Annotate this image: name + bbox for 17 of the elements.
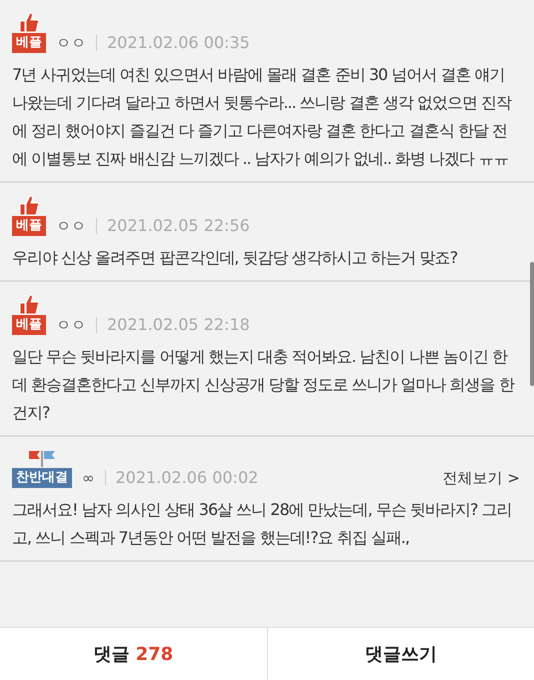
comment-text: 그래서요! 남자 의사인 상태 36살 쓰니 28에 만났는데, 무슨 뒷바라지? 그리고, 쓰니 스펙과 7년동안 어떤 발전을 했는데!?요 취집 실패.,: [12, 499, 513, 549]
comment-text: 일단 무슨 뒷바라지를 어떻게 했는지 대충 적어봐요. 남친이 나쁜 놈이긴 한데 환승결혼한다고 신부까지 신상공개 당할 정도로 쓰니가 얼마나 희생을 한건지?: [12, 346, 516, 424]
author-name: ㅇㅇ: [56, 33, 86, 53]
comment-badge: 베플: [12, 315, 46, 335]
comment-badge: 베플: [12, 33, 46, 53]
comment-date: 2021.02.06 00:02: [116, 468, 258, 488]
author-name: ㅇㅇ: [56, 216, 86, 236]
author-name: ∞: [82, 468, 94, 488]
comment-date: 2021.02.05 22:56: [107, 216, 250, 236]
author-name: ㅇㅇ: [56, 315, 86, 335]
comment-date: 2021.02.06 00:35: [107, 33, 250, 53]
comment-text: 7년 사귀었는데 여친 있으면서 바람에 몰래 결혼 준비 30 넘어서 결혼 얘기 나왔는데 기다려 달라고 하면서 뒷통수라... 쓰니랑 결혼 생각 없었으면 진작에 정리 했어야지 즐길건 다 즐기고 다른여자랑 결혼 한다고 결혼식 한달 전에 이별통보 진짜 배신감 느끼겠다 .. 남자가 예의가 없네.. 화병 나겠다 ㅠㅠ: [12, 64, 513, 170]
comment-date: 2021.02.05 22:18: [107, 315, 250, 335]
view-all-link[interactable]: 전체보기 >: [442, 468, 520, 488]
comment-badge: 찬반대결: [12, 468, 72, 488]
comment-text: 우리야 신상 올려주면 팝콘각인데, 뒷감당 생각하시고 하는거 맞죠?: [12, 247, 458, 269]
comment-badge: 베플: [12, 216, 46, 236]
